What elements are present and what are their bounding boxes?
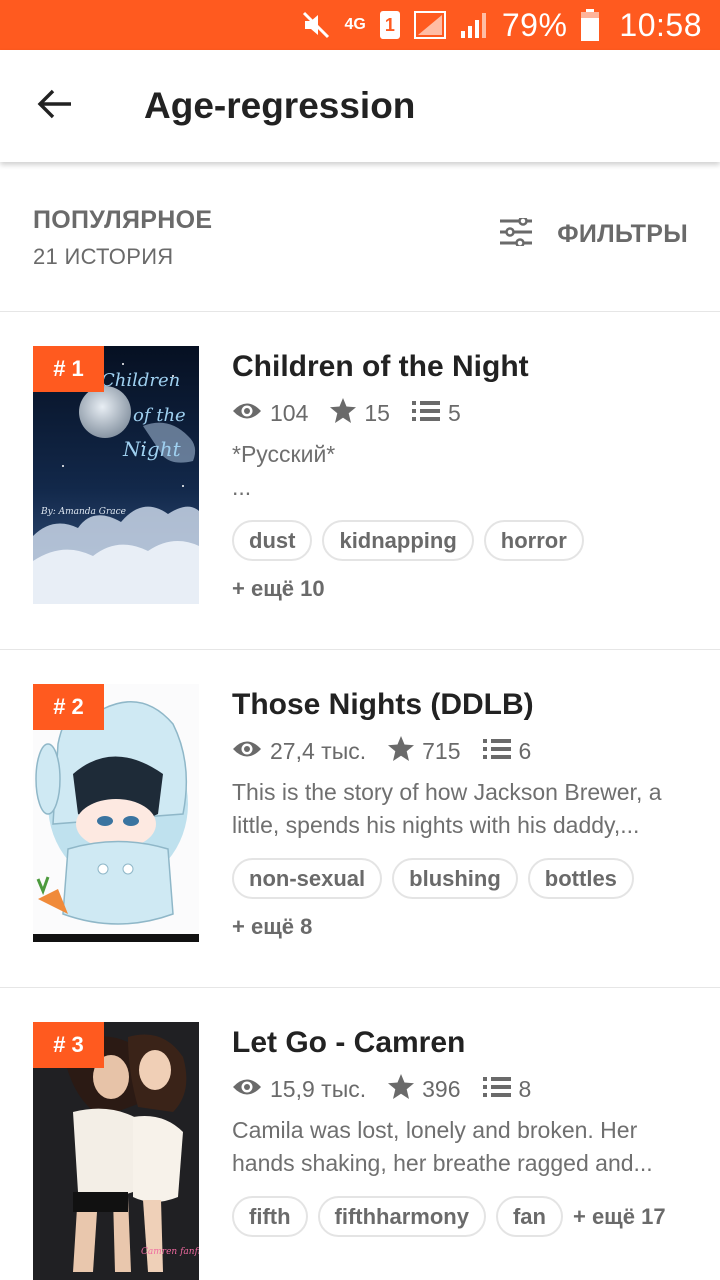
description-line: hands shaking, her breathe ragged and... xyxy=(232,1150,653,1176)
votes-count: 715 xyxy=(422,738,461,764)
svg-text:of the: of the xyxy=(133,405,186,426)
tag-list: dust kidnapping horror xyxy=(232,520,584,561)
list-icon xyxy=(411,400,448,428)
battery-percent: 79% xyxy=(501,6,568,43)
story-description: This is the story of how Jackson Brewer,… xyxy=(232,776,692,842)
more-tags-link[interactable]: + ещё 10 xyxy=(232,576,325,602)
tag-chip[interactable]: non-sexual xyxy=(232,858,383,899)
back-button[interactable] xyxy=(0,50,110,162)
svg-text:Night: Night xyxy=(122,437,182,461)
star-icon xyxy=(388,736,422,767)
story-title[interactable]: Those Nights (DDLB) xyxy=(232,688,534,722)
tag-chip[interactable]: bottles xyxy=(527,858,634,899)
sort-label[interactable]: ПОПУЛЯРНОЕ xyxy=(33,206,212,235)
star-icon xyxy=(388,1074,422,1105)
tag-list: non-sexual blushing bottles xyxy=(232,858,634,899)
tag-chip[interactable]: dust xyxy=(232,520,313,561)
list-header: ПОПУЛЯРНОЕ 21 ИСТОРИЯ ФИЛЬТРЫ xyxy=(0,162,720,312)
parts-stat: 5 xyxy=(411,400,461,428)
battery-icon xyxy=(581,9,600,41)
more-tags-link[interactable]: + ещё 8 xyxy=(232,914,312,940)
story-item[interactable]: # 2 Those Nights (DDLB) 27,4 тыс. 715 6 … xyxy=(0,650,720,988)
reads-stat: 104 xyxy=(232,400,308,428)
rank-badge: # 1 xyxy=(33,346,104,392)
description-line: Camila was lost, lonely and broken. Her xyxy=(232,1117,638,1143)
tag-list: fifth fifthharmony fan + ещё 17 xyxy=(232,1196,666,1237)
story-count: 21 ИСТОРИЯ xyxy=(33,244,174,269)
eye-icon xyxy=(232,738,270,766)
svg-text:Camren fanfic: Camren fanfic xyxy=(141,1247,199,1257)
description-line: ... xyxy=(232,474,252,500)
parts-stat: 6 xyxy=(482,738,532,766)
parts-count: 5 xyxy=(447,400,461,426)
list-icon xyxy=(482,1076,519,1104)
rank-badge: # 3 xyxy=(33,1022,104,1068)
tag-chip[interactable]: fan xyxy=(495,1196,563,1237)
reads-stat: 27,4 тыс. xyxy=(232,738,366,766)
list-icon xyxy=(482,738,519,766)
sim-1-icon: 1 xyxy=(379,9,400,41)
reads-stat: 15,9 тыс. xyxy=(232,1076,366,1104)
votes-stat: 715 xyxy=(388,736,461,767)
tag-chip[interactable]: fifthharmony xyxy=(317,1196,486,1237)
rank-badge: # 2 xyxy=(33,684,104,730)
story-item[interactable]: Camren fanfic # 3 Let Go - Camren 15,9 т… xyxy=(0,988,720,1280)
parts-stat: 8 xyxy=(482,1076,532,1104)
story-item[interactable]: Children of the Night By: Amanda Grace #… xyxy=(0,312,720,650)
tag-chip[interactable]: blushing xyxy=(392,858,518,899)
eye-icon xyxy=(232,1076,270,1104)
filters-button[interactable]: ФИЛЬТРЫ xyxy=(499,216,688,251)
mute-icon xyxy=(301,9,331,41)
votes-count: 15 xyxy=(364,400,390,426)
story-title[interactable]: Let Go - Camren xyxy=(232,1026,465,1060)
status-bar: 4G 1 79% 10:58 xyxy=(0,0,720,50)
tag-chip[interactable]: fifth xyxy=(232,1196,308,1237)
reads-count: 104 xyxy=(270,400,309,426)
eye-icon xyxy=(232,400,270,428)
story-stats: 104 15 5 xyxy=(232,398,483,429)
arrow-left-icon xyxy=(37,88,73,125)
description-line: little, spends his nights with his daddy… xyxy=(232,812,640,838)
reads-count: 27,4 тыс. xyxy=(270,738,367,764)
tag-chip[interactable]: kidnapping xyxy=(322,520,474,561)
signal-icon xyxy=(460,9,488,41)
sliders-icon xyxy=(499,216,533,251)
story-title[interactable]: Children of the Night xyxy=(232,350,529,384)
story-stats: 27,4 тыс. 715 6 xyxy=(232,736,553,767)
story-description: Camila was lost, lonely and broken. Her … xyxy=(232,1114,692,1180)
app-bar: Age-regression xyxy=(0,50,720,162)
svg-text:Children: Children xyxy=(101,370,180,391)
clock: 10:58 xyxy=(619,6,702,43)
parts-count: 6 xyxy=(518,738,532,764)
description-line: *Русский* xyxy=(232,441,336,467)
story-description: *Русский* ... xyxy=(232,438,692,504)
star-icon xyxy=(330,398,364,429)
tag-chip[interactable]: horror xyxy=(483,520,584,561)
votes-stat: 396 xyxy=(388,1074,461,1105)
reads-count: 15,9 тыс. xyxy=(270,1076,367,1102)
parts-count: 8 xyxy=(518,1076,532,1102)
story-stats: 15,9 тыс. 396 8 xyxy=(232,1074,553,1105)
description-line: This is the story of how Jackson Brewer,… xyxy=(232,779,662,805)
network-4g-icon: 4G xyxy=(344,16,366,33)
page-title: Age-regression xyxy=(144,85,416,126)
more-tags-link[interactable]: + ещё 17 xyxy=(573,1204,666,1230)
no-signal-icon xyxy=(413,9,446,41)
svg-text:By: Amanda Grace: By: Amanda Grace xyxy=(40,507,126,517)
votes-count: 396 xyxy=(422,1076,461,1102)
filters-label: ФИЛЬТРЫ xyxy=(557,220,688,248)
votes-stat: 15 xyxy=(330,398,390,429)
